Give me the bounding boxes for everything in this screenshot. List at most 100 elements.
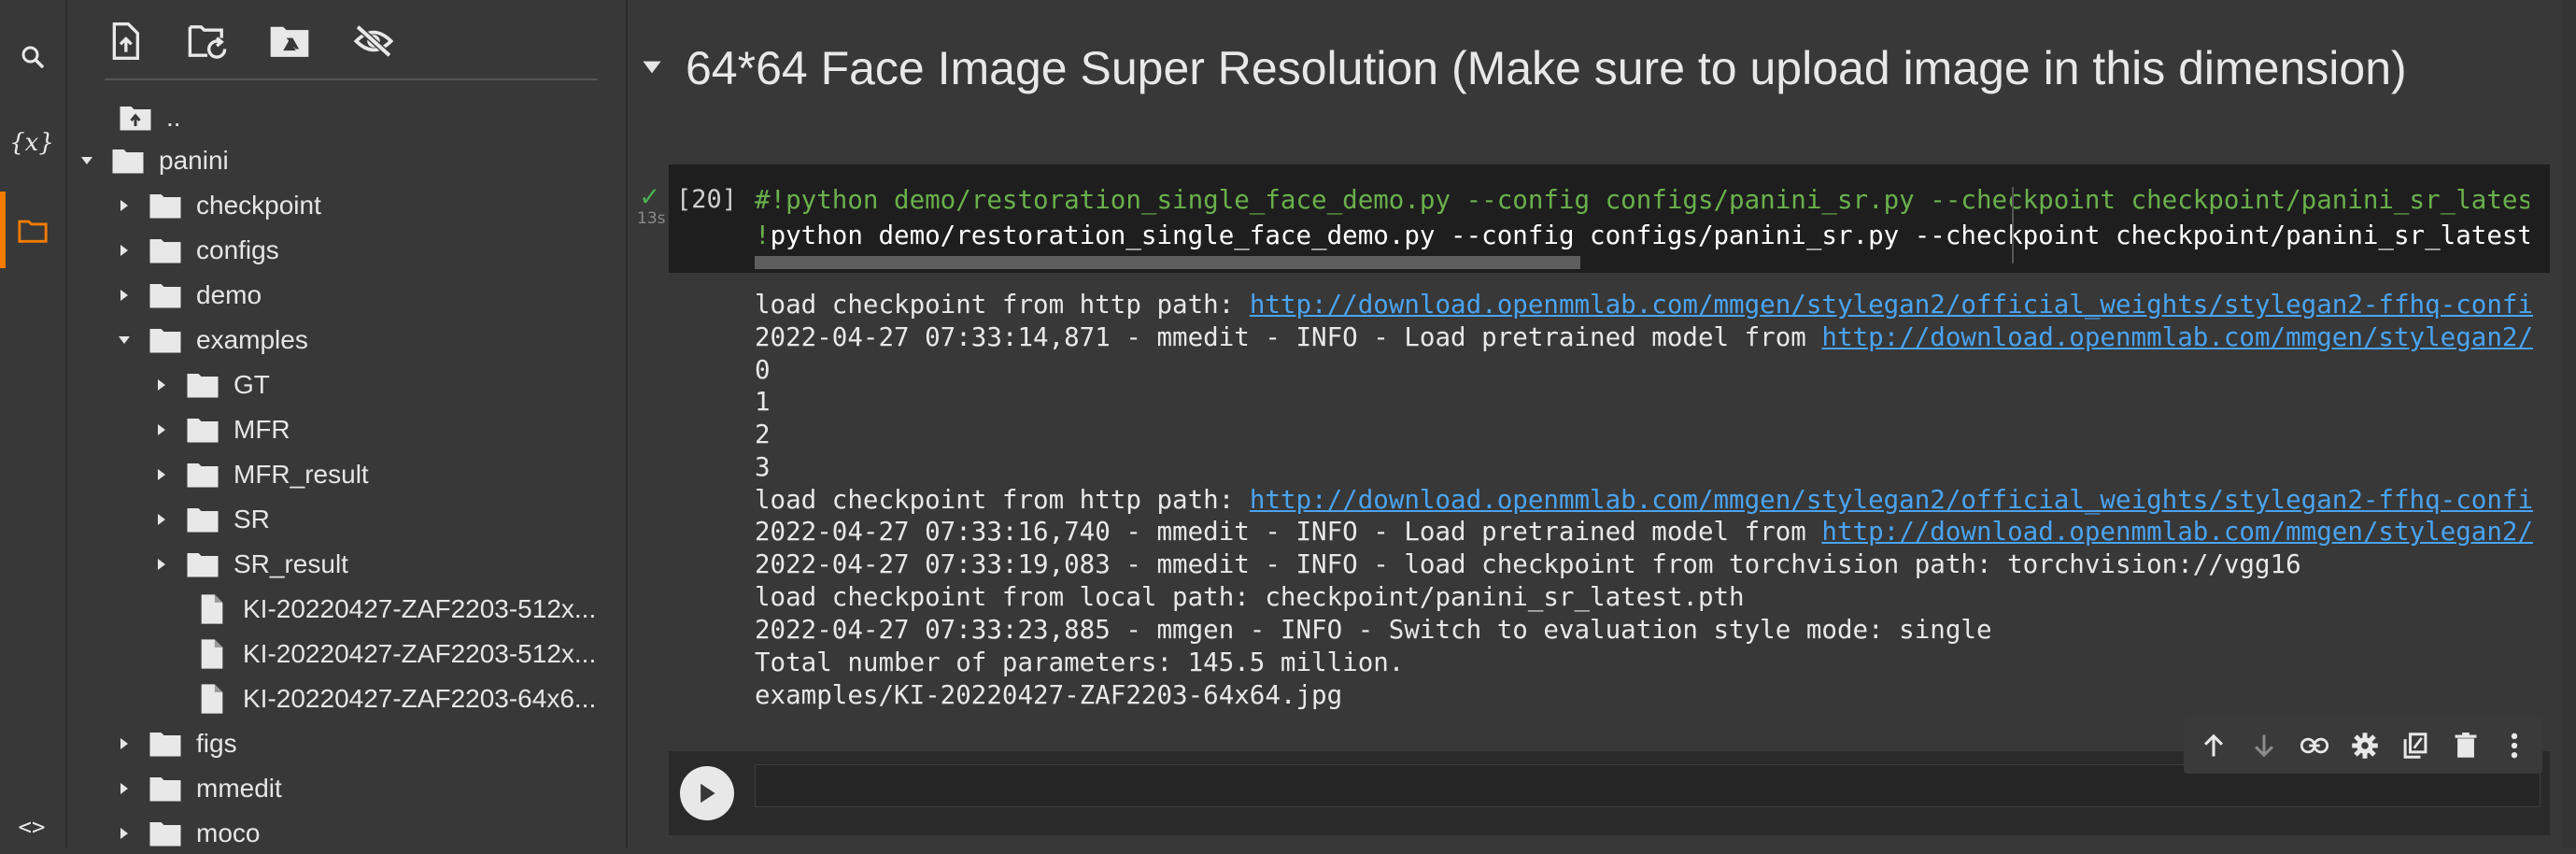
file-icon (194, 591, 230, 627)
tree-item-gt[interactable]: GT (151, 364, 270, 406)
tree-item-label: mmedit (196, 774, 282, 803)
more-icon[interactable] (2498, 729, 2531, 762)
chevron-right-icon[interactable] (114, 285, 134, 306)
file-icon (194, 681, 230, 717)
chevron-down-icon[interactable] (77, 150, 97, 171)
chevron-down-icon[interactable] (114, 330, 134, 350)
output-line: 2022-04-27 07:33:14,871 - mmedit - INFO … (755, 322, 2533, 352)
tree-item-label: MFR_result (234, 460, 369, 489)
tree-item-label: KI-20220427-ZAF2203-512x... (243, 594, 597, 623)
tree-item-checkpoint[interactable]: checkpoint (114, 185, 321, 226)
output-line: load checkpoint from local path: checkpo… (755, 582, 1745, 612)
chevron-right-icon[interactable] (114, 195, 134, 216)
notebook-area: 64*64 Face Image Super Resolution (Make … (628, 0, 2576, 848)
tree-item-sr-result[interactable]: SR_result (151, 544, 348, 585)
tree-item-label: KI-20220427-ZAF2203-64x6... (243, 684, 597, 713)
tree-item-parent[interactable]: .. (118, 97, 181, 138)
output-line: load checkpoint from http path: http://d… (755, 290, 2533, 320)
tree-item-file[interactable]: KI-20220427-ZAF2203-512x... (194, 633, 596, 675)
run-cell-button[interactable] (680, 766, 734, 820)
code-snippets-icon[interactable]: <> (13, 811, 50, 843)
output-text: 2022-04-27 07:33:16,740 - mmedit - INFO … (755, 517, 1822, 547)
output-line: 0 (755, 355, 771, 385)
tree-item-file[interactable]: KI-20220427-ZAF2203-64x6... (194, 678, 596, 719)
tree-item-mfr-result[interactable]: MFR_result (151, 454, 369, 495)
mirror-cell-icon[interactable] (2399, 729, 2432, 762)
move-down-icon[interactable] (2247, 729, 2281, 762)
tree-item-label: moco (196, 818, 261, 847)
output-line: 2022-04-27 07:33:16,740 - mmedit - INFO … (755, 517, 2533, 547)
tree-item-examples[interactable]: examples (114, 320, 308, 361)
execution-count: [20] (676, 185, 738, 214)
folder-icon (185, 412, 220, 448)
tree-item-mfr[interactable]: MFR (151, 409, 290, 450)
active-indicator (0, 192, 6, 268)
folder-icon (185, 367, 220, 403)
chevron-right-icon[interactable] (114, 240, 134, 261)
hide-files-icon[interactable] (353, 21, 394, 62)
section-heading: 64*64 Face Image Super Resolution (Make … (686, 42, 2407, 94)
cell-toolbar (2184, 718, 2542, 774)
tree-item-moco[interactable]: moco (114, 813, 260, 854)
chevron-down-icon[interactable] (641, 60, 663, 82)
search-icon[interactable] (17, 41, 49, 73)
horizontal-scrollbar[interactable] (755, 256, 1580, 269)
output-line: 3 (755, 452, 771, 482)
output-link[interactable]: http://download.openmmlab.com/mmgen/styl… (1250, 290, 2533, 320)
tree-item-figs[interactable]: figs (114, 723, 237, 764)
output-link[interactable]: http://download.openmmlab.com/mmgen/styl… (1821, 322, 2533, 352)
mount-drive-icon[interactable] (269, 21, 310, 62)
code-text: python demo/restoration_single_face_demo… (770, 221, 2529, 250)
variables-icon[interactable]: {x} (9, 127, 54, 159)
chevron-right-icon[interactable] (151, 375, 172, 395)
folder-icon (185, 502, 220, 537)
settings-icon[interactable] (2348, 729, 2382, 762)
chevron-right-icon[interactable] (151, 554, 172, 575)
delete-icon[interactable] (2449, 729, 2483, 762)
check-icon: ✓ (639, 182, 661, 211)
tree-item-label: MFR (234, 415, 290, 444)
code-line[interactable]: #!python demo/restoration_single_face_de… (755, 185, 2529, 215)
cell-duration: 13s (637, 209, 666, 228)
folder-icon (185, 457, 220, 492)
tree-item-label: configs (196, 235, 279, 264)
chevron-right-icon[interactable] (151, 509, 172, 530)
output-link[interactable]: http://download.openmmlab.com/mmgen/styl… (1250, 485, 2533, 515)
output-line: load checkpoint from http path: http://d… (755, 485, 2533, 515)
output-line: Total number of parameters: 145.5 millio… (755, 648, 1405, 677)
folder-icon (148, 188, 183, 223)
tree-item-mmedit[interactable]: mmedit (114, 768, 282, 809)
chevron-right-icon[interactable] (151, 464, 172, 485)
chevron-right-icon[interactable] (151, 420, 172, 440)
chevron-right-icon[interactable] (114, 823, 134, 844)
code-line[interactable]: !python demo/restoration_single_face_dem… (755, 221, 2529, 250)
refresh-folder-icon[interactable] (187, 21, 228, 62)
folder-icon (148, 233, 183, 268)
chevron-right-icon[interactable] (114, 778, 134, 799)
output-line: 1 (755, 387, 771, 417)
vertical-scrollbar[interactable] (2563, 0, 2576, 848)
output-link[interactable]: http://download.openmmlab.com/mmgen/styl… (1821, 517, 2533, 547)
chevron-right-icon[interactable] (114, 733, 134, 754)
folder-icon (148, 278, 183, 313)
folder-icon (148, 771, 183, 806)
folder-icon (110, 143, 146, 178)
tree-item-panini[interactable]: panini (77, 140, 229, 181)
tree-item-demo[interactable]: demo (114, 275, 262, 316)
move-up-icon[interactable] (2197, 729, 2230, 762)
play-icon (701, 783, 715, 804)
toolbar-divider (105, 78, 598, 80)
tree-item-file[interactable]: KI-20220427-ZAF2203-512x... (194, 589, 596, 630)
tree-item-sr[interactable]: SR (151, 499, 270, 540)
file-icon (194, 636, 230, 672)
folder-up-icon (118, 100, 153, 135)
link-icon[interactable] (2298, 729, 2331, 762)
folder-icon[interactable] (17, 215, 49, 247)
output-line: 2022-04-27 07:33:19,083 - mmedit - INFO … (755, 549, 2301, 579)
upload-file-icon[interactable] (105, 21, 146, 62)
tree-item-label: examples (196, 325, 308, 354)
tree-item-label: figs (196, 729, 237, 758)
activity-rail: {x} <> (0, 0, 67, 848)
tree-item-configs[interactable]: configs (114, 230, 279, 271)
tree-item-label: KI-20220427-ZAF2203-512x... (243, 639, 597, 668)
